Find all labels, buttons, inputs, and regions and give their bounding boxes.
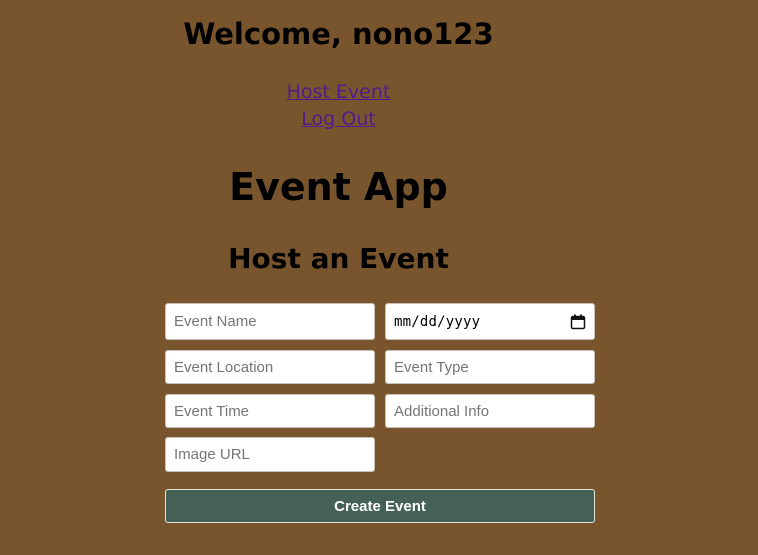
create-event-button[interactable]: Create Event [165,489,595,523]
event-date-placeholder: mm/dd/yyyy [394,313,481,330]
event-time-input[interactable] [165,394,375,428]
app-title: Event App [229,165,448,209]
image-url-input[interactable] [165,437,375,472]
log-out-link[interactable]: Log Out [0,107,677,131]
host-event-link[interactable]: Host Event [0,80,677,104]
calendar-icon[interactable] [570,314,586,330]
additional-info-input[interactable] [385,394,595,428]
welcome-heading: Welcome, nono123 [183,17,494,51]
event-type-input[interactable] [385,350,595,384]
form-title: Host an Event [228,242,449,275]
event-date-input[interactable]: mm/dd/yyyy [385,303,595,340]
event-location-input[interactable] [165,350,375,384]
event-name-input[interactable] [165,303,375,340]
